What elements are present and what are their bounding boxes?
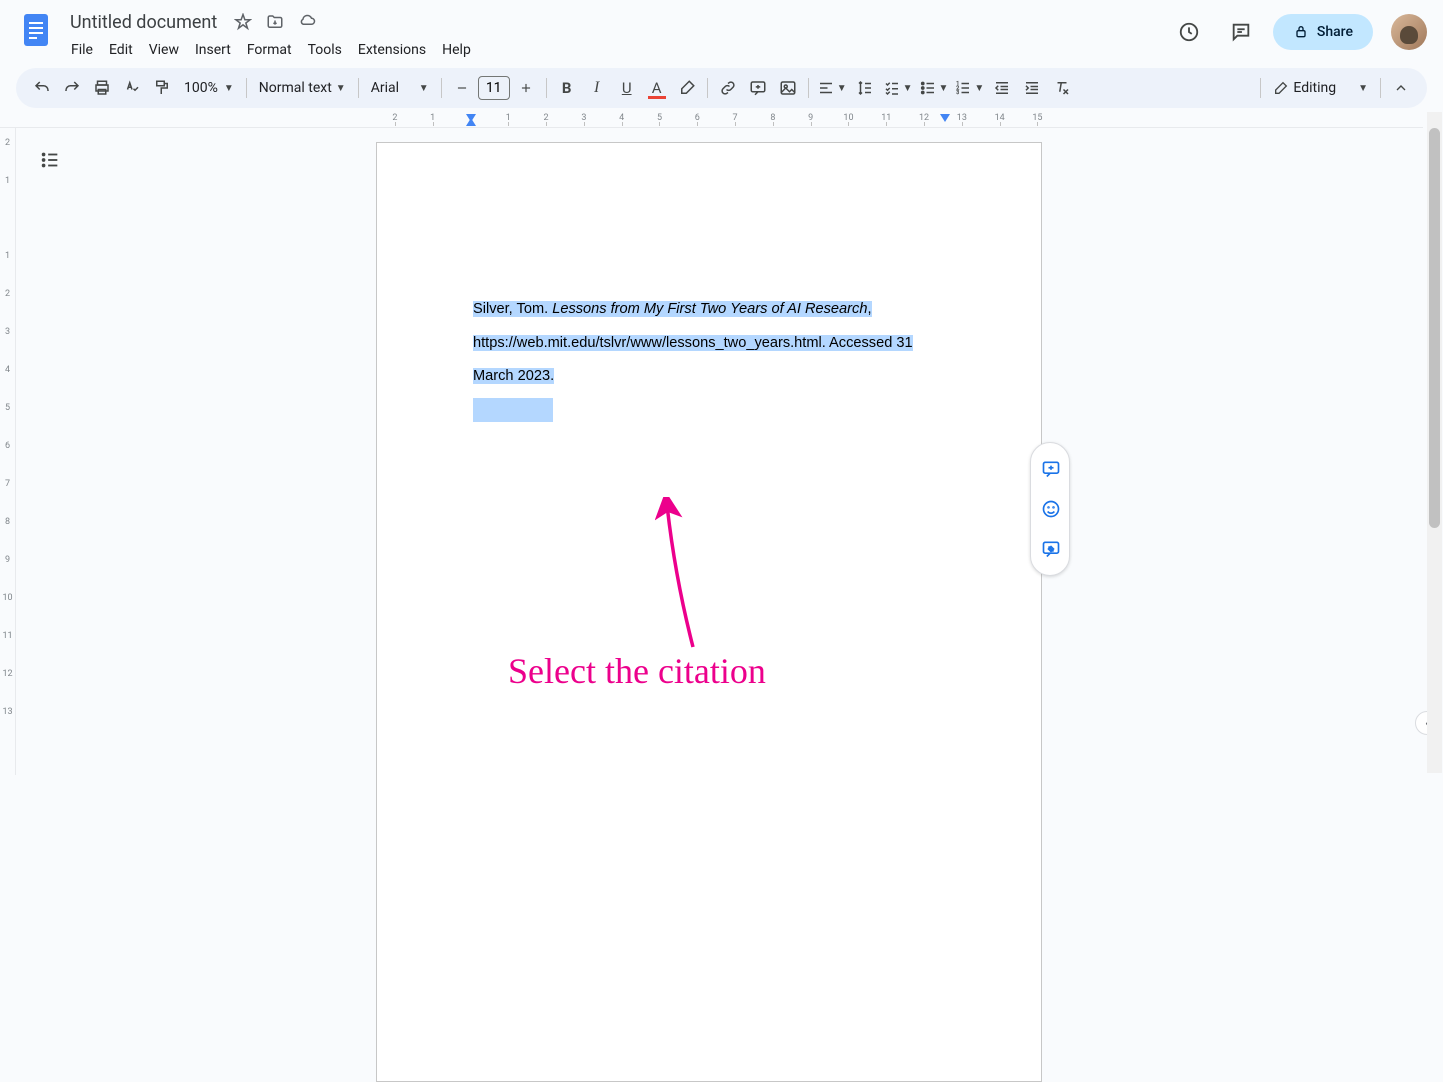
italic-button[interactable]: I bbox=[583, 74, 611, 102]
right-indent-marker[interactable] bbox=[940, 114, 950, 122]
collapse-toolbar-button[interactable] bbox=[1387, 74, 1415, 102]
docs-app-icon[interactable] bbox=[16, 10, 56, 50]
redo-button[interactable] bbox=[58, 74, 86, 102]
titlebar-right: Share bbox=[1169, 12, 1427, 52]
menu-file[interactable]: File bbox=[64, 38, 100, 62]
font-dropdown[interactable]: Arial▼ bbox=[365, 74, 435, 102]
citation-author: Silver, Tom. bbox=[473, 301, 552, 317]
styles-dropdown[interactable]: Normal text▼ bbox=[253, 74, 352, 102]
title-row: Untitled document bbox=[64, 8, 1169, 36]
spellcheck-button[interactable] bbox=[118, 74, 146, 102]
separator bbox=[441, 78, 442, 98]
history-icon[interactable] bbox=[1169, 12, 1209, 52]
insert-image-button[interactable] bbox=[774, 74, 802, 102]
print-button[interactable] bbox=[88, 74, 116, 102]
workspace: 2 1 1 2 3 4 5 6 7 8 9 10 11 12 13 14 15 … bbox=[0, 112, 1443, 775]
editing-mode-dropdown[interactable]: Editing ▼ bbox=[1267, 74, 1374, 102]
selection-trailing bbox=[473, 398, 553, 422]
separator bbox=[246, 78, 247, 98]
menu-tools[interactable]: Tools bbox=[301, 38, 349, 62]
citation-title: Lessons from My First Two Years of AI Re… bbox=[552, 301, 867, 317]
paint-format-button[interactable] bbox=[148, 74, 176, 102]
separator bbox=[546, 78, 547, 98]
document-text[interactable]: Silver, Tom. Lessons from My First Two Y… bbox=[473, 293, 945, 427]
align-dropdown[interactable]: ▼ bbox=[815, 74, 849, 102]
add-comment-button[interactable] bbox=[744, 74, 772, 102]
horizontal-ruler[interactable]: 2 1 1 2 3 4 5 6 7 8 9 10 11 12 13 14 15 bbox=[0, 112, 1423, 128]
left-indent-marker[interactable] bbox=[466, 118, 476, 126]
titlebar: Untitled document File Edit View Insert … bbox=[0, 0, 1443, 64]
svg-text:3: 3 bbox=[957, 90, 960, 96]
suggest-edits-floating-button[interactable] bbox=[1031, 529, 1071, 569]
separator bbox=[808, 78, 809, 98]
insert-link-button[interactable] bbox=[714, 74, 742, 102]
bulleted-list-button[interactable]: ▼ bbox=[917, 74, 951, 102]
zoom-dropdown[interactable]: 100%▼ bbox=[178, 74, 240, 102]
add-reaction-floating-button[interactable] bbox=[1031, 489, 1071, 529]
vertical-scrollbar[interactable] bbox=[1427, 112, 1442, 773]
menu-insert[interactable]: Insert bbox=[188, 38, 238, 62]
text-color-button[interactable]: A bbox=[643, 74, 671, 102]
menubar: File Edit View Insert Format Tools Exten… bbox=[64, 36, 1169, 64]
avatar[interactable] bbox=[1391, 14, 1427, 50]
numbered-list-button[interactable]: 123▼ bbox=[952, 74, 986, 102]
title-area: Untitled document File Edit View Insert … bbox=[64, 8, 1169, 64]
document-title[interactable]: Untitled document bbox=[64, 10, 223, 35]
menu-edit[interactable]: Edit bbox=[102, 38, 140, 62]
separator bbox=[1260, 78, 1261, 98]
highlight-button[interactable] bbox=[673, 74, 701, 102]
increase-font-size-button[interactable] bbox=[512, 74, 540, 102]
increase-indent-button[interactable] bbox=[1018, 74, 1046, 102]
document-page[interactable]: Silver, Tom. Lessons from My First Two Y… bbox=[376, 142, 1042, 1082]
separator bbox=[707, 78, 708, 98]
clear-formatting-button[interactable] bbox=[1048, 74, 1076, 102]
separator bbox=[1380, 78, 1381, 98]
citation-rest2: March 2023. bbox=[473, 368, 554, 384]
comments-icon[interactable] bbox=[1221, 12, 1261, 52]
menu-view[interactable]: View bbox=[142, 38, 186, 62]
underline-button[interactable]: U bbox=[613, 74, 641, 102]
move-to-folder-icon[interactable] bbox=[263, 10, 287, 34]
bold-button[interactable]: B bbox=[553, 74, 581, 102]
add-comment-floating-button[interactable] bbox=[1031, 449, 1071, 489]
font-size-input[interactable]: 11 bbox=[478, 76, 510, 100]
separator bbox=[358, 78, 359, 98]
menu-help[interactable]: Help bbox=[435, 38, 478, 62]
menu-format[interactable]: Format bbox=[240, 38, 299, 62]
cloud-status-icon[interactable] bbox=[295, 10, 319, 34]
vertical-ruler[interactable]: 2 1 1 2 3 4 5 6 7 8 9 10 11 12 13 bbox=[0, 128, 16, 775]
share-button[interactable]: Share bbox=[1273, 14, 1373, 50]
document-outline-button[interactable] bbox=[32, 142, 68, 178]
toolbar: 100%▼ Normal text▼ Arial▼ 11 B I U A ▼ ▼… bbox=[16, 68, 1427, 108]
star-icon[interactable] bbox=[231, 10, 255, 34]
undo-button[interactable] bbox=[28, 74, 56, 102]
share-label: Share bbox=[1317, 24, 1353, 40]
checklist-button[interactable]: ▼ bbox=[881, 74, 915, 102]
decrease-indent-button[interactable] bbox=[988, 74, 1016, 102]
line-spacing-button[interactable] bbox=[851, 74, 879, 102]
decrease-font-size-button[interactable] bbox=[448, 74, 476, 102]
selection-floating-menu bbox=[1030, 442, 1070, 576]
menu-extensions[interactable]: Extensions bbox=[351, 38, 433, 62]
